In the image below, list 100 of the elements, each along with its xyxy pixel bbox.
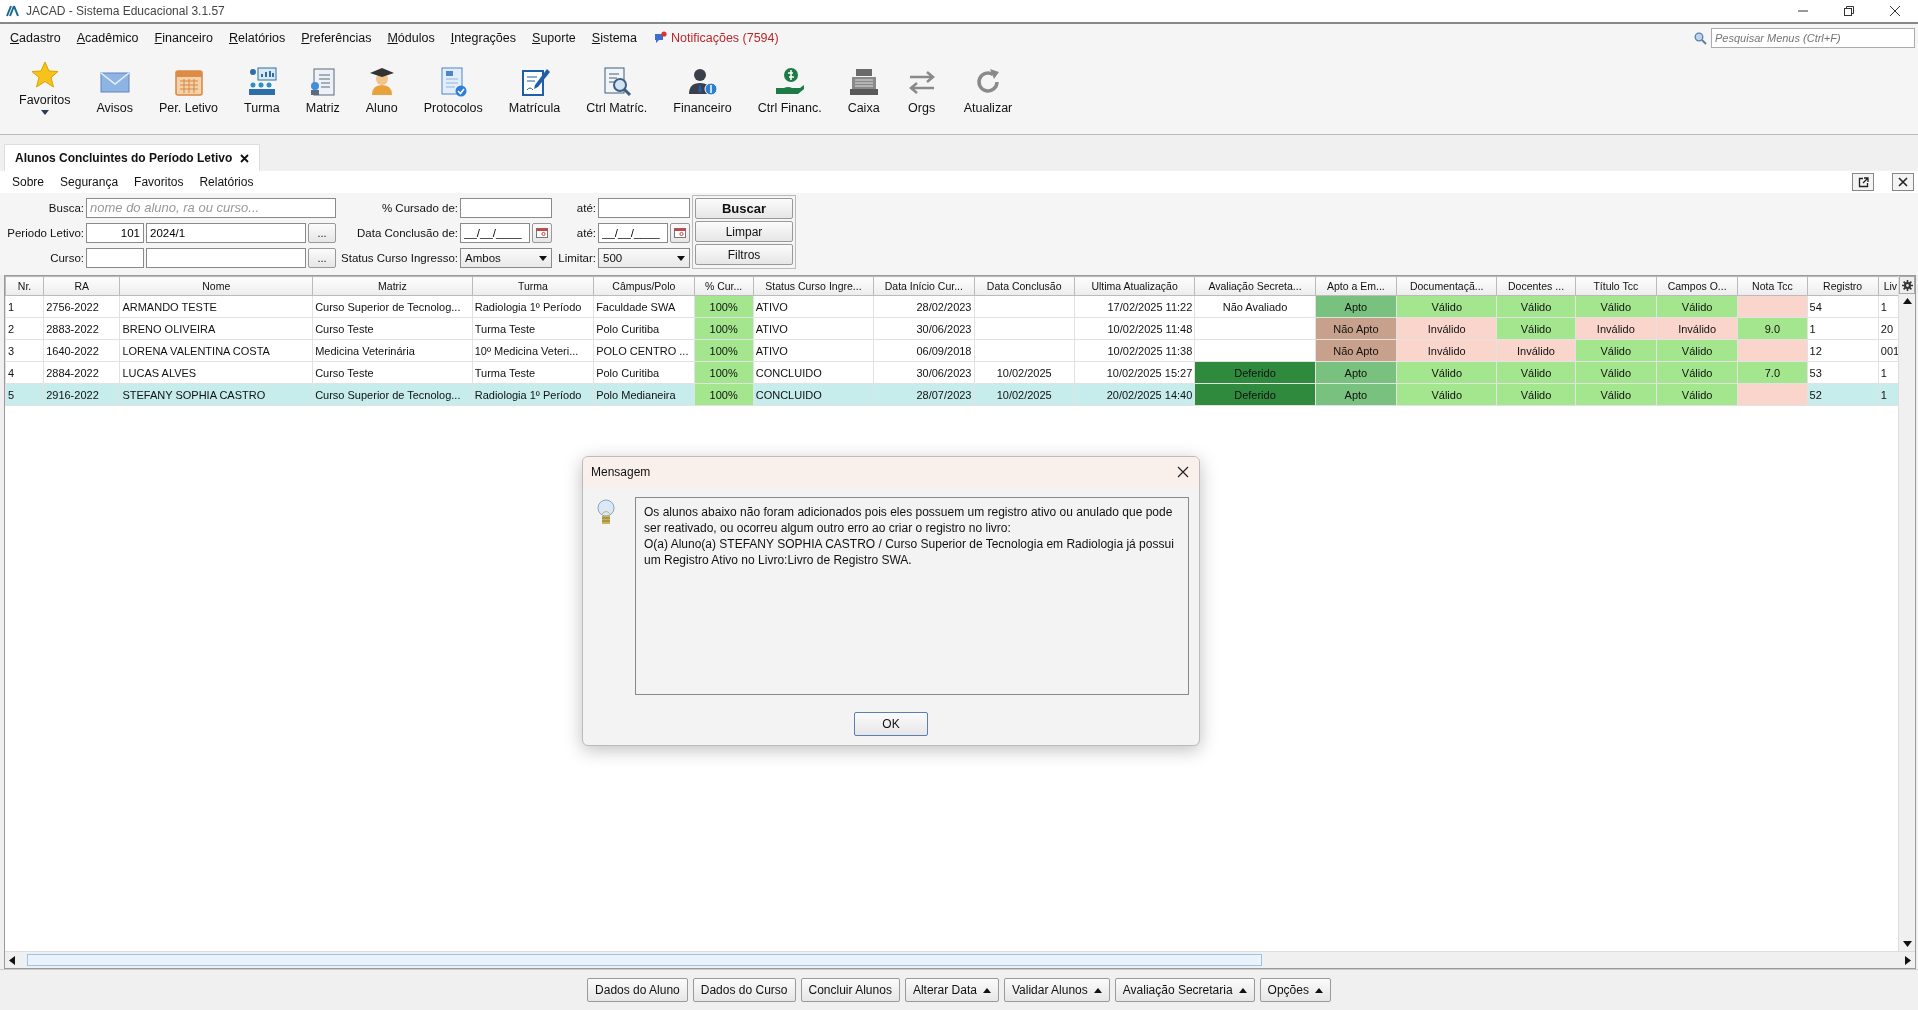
popout-button[interactable]: [1852, 173, 1874, 191]
input-field[interactable]: [86, 248, 144, 268]
table-row[interactable]: 4 2884-2022 LUCAS ALVES Curso Teste Turma Teste Polo Curitiba 100% CONCLUIDO 30/06/2023 10/02/2025 10/02/2025 15:27 Deferido Apto Válido Válido Válido Válido 7.0 53 1: [5, 361, 1898, 384]
menu-item[interactable]: Sistema: [583, 31, 645, 45]
toolbar-button[interactable]: Matriz: [292, 52, 353, 134]
date-picker-button[interactable]: [670, 223, 690, 243]
action-button[interactable]: Validar Alunos: [1003, 978, 1110, 1002]
search-field[interactable]: nome do aluno, ra ou curso...: [86, 198, 336, 218]
toolbar-button[interactable]: Protocolos: [410, 52, 496, 134]
action-button[interactable]: Avaliação Secretaria: [1114, 978, 1255, 1002]
date-field[interactable]: __/__/____: [460, 223, 530, 243]
column-header[interactable]: Título Tcc: [1575, 276, 1657, 296]
lookup-button[interactable]: ...: [308, 248, 336, 268]
column-header[interactable]: % Cur...: [694, 276, 754, 296]
toolbar-button[interactable]: Turma: [231, 52, 293, 134]
column-header[interactable]: Nr.: [5, 276, 44, 296]
toolbar-button[interactable]: Matrícula: [495, 52, 574, 134]
column-header[interactable]: Docentes ...: [1496, 276, 1576, 296]
column-header[interactable]: Matriz: [312, 276, 473, 296]
column-header[interactable]: Registro: [1807, 276, 1879, 296]
menu-item[interactable]: Suporte: [524, 31, 584, 45]
action-button[interactable]: Alterar Data: [904, 978, 999, 1002]
input-field[interactable]: 2024/1: [146, 223, 306, 243]
menu-item[interactable]: Segurança: [52, 175, 127, 189]
action-button[interactable]: Dados do Curso: [692, 978, 796, 1002]
table-cell: ATIVO: [753, 317, 874, 340]
input-field[interactable]: [598, 198, 690, 218]
table-cell: 10/02/2025 15:27: [1074, 361, 1195, 384]
date-field[interactable]: __/__/____: [598, 223, 668, 243]
table-row[interactable]: 1 2756-2022 ARMANDO TESTE Curso Superior de Tecnolog... Radiologia 1º Período Faculdade SWA 100% ATIVO 28/02/2023 17/02/2025 11:22 Não Avaliado Apto Válido Válido Válido Válido 54 1: [5, 295, 1898, 318]
toolbar-button[interactable]: Ctrl Matríc.: [573, 52, 661, 134]
menu-item[interactable]: Financeiro: [146, 31, 221, 45]
toolbar-button[interactable]: Financeiro: [660, 52, 745, 134]
search-field[interactable]: Pesquisar Menus (Ctrl+F): [1711, 28, 1915, 48]
menu-item[interactable]: Relatórios: [220, 31, 294, 45]
ok-button[interactable]: OK: [854, 712, 928, 736]
table-cell: BRENO OLIVEIRA: [119, 317, 313, 340]
column-header[interactable]: Status Curso Ingre...: [753, 276, 874, 296]
toolbar-button[interactable]: Per. Letivo: [146, 52, 232, 134]
toolbar-button[interactable]: Caixa: [834, 52, 893, 134]
right-arrow-icon[interactable]: [1905, 955, 1911, 965]
menu-item[interactable]: Acadêmico: [68, 31, 147, 45]
down-arrow-icon[interactable]: [1902, 941, 1912, 947]
column-header[interactable]: Nome: [119, 276, 313, 296]
menu-item[interactable]: Sobre: [4, 175, 53, 189]
action-button[interactable]: Limpar: [695, 221, 793, 242]
menu-item[interactable]: Módulos: [379, 31, 443, 45]
menu-item[interactable]: Cadastro: [2, 31, 69, 45]
column-header[interactable]: Campos O...: [1656, 276, 1738, 296]
toolbar-button[interactable]: Atualizar: [950, 52, 1026, 134]
settings-button[interactable]: [1899, 276, 1915, 294]
left-arrow-icon[interactable]: [9, 955, 15, 965]
tab[interactable]: Alunos Concluintes do Período Letivo: [4, 144, 261, 171]
toolbar-button[interactable]: Aluno: [352, 52, 411, 134]
up-arrow-icon[interactable]: [1902, 298, 1912, 304]
menu-item[interactable]: Integrações: [442, 31, 525, 45]
action-button[interactable]: Concluir Alunos: [800, 978, 900, 1002]
vertical-scrollbar[interactable]: [1898, 276, 1915, 951]
close-icon[interactable]: [240, 153, 250, 163]
table-cell: 10º Medicina Veteri...: [472, 339, 594, 362]
column-header[interactable]: RA: [43, 276, 120, 296]
column-header[interactable]: Apto a Em...: [1315, 276, 1397, 296]
table-cell: Medicina Veterinária: [312, 339, 473, 362]
column-header[interactable]: Data Início Cur...: [873, 276, 974, 296]
horizontal-scrollbar[interactable]: [5, 951, 1915, 968]
action-button[interactable]: Filtros: [695, 244, 793, 265]
toolbar-button[interactable]: Favoritos: [6, 52, 84, 134]
column-header[interactable]: Data Conclusão: [974, 276, 1075, 296]
action-button[interactable]: Opções: [1259, 978, 1331, 1002]
column-header[interactable]: Câmpus/Polo: [593, 276, 694, 296]
column-header[interactable]: Turma: [472, 276, 594, 296]
table-row[interactable]: [5, 383, 1898, 406]
menu-item[interactable]: Preferências: [293, 31, 380, 45]
lookup-button[interactable]: ...: [308, 223, 336, 243]
action-button[interactable]: Buscar: [695, 198, 793, 219]
close-button[interactable]: [1892, 173, 1914, 191]
column-header[interactable]: Avaliação Secreta...: [1194, 276, 1316, 296]
column-header[interactable]: Documentaçã...: [1396, 276, 1497, 296]
table-row[interactable]: 3 1640-2022 LORENA VALENTINA COSTA Medicina Veterinária 10º Medicina Veteri... POLO CENTRO ... 100% ATIVO 06/09/2018 10/02/2025 11:38 Não Apto Inválido Inválido Válido Válido 12 001: [5, 339, 1898, 362]
menu-item[interactable]: Relatórios: [191, 175, 262, 189]
caret-icon: [1314, 987, 1323, 993]
input-field[interactable]: 101: [86, 223, 144, 243]
toolbar-button[interactable]: Orgs: [892, 52, 951, 134]
action-button[interactable]: Dados do Aluno: [587, 978, 688, 1002]
input-field[interactable]: [146, 248, 306, 268]
caret-icon: [677, 255, 685, 261]
notifications-link[interactable]: Notificações (7594): [671, 31, 779, 45]
close-icon[interactable]: [1177, 466, 1189, 478]
dropdown[interactable]: Ambos: [460, 248, 552, 268]
dropdown[interactable]: 500: [598, 248, 690, 268]
menu-item[interactable]: Favoritos: [126, 175, 192, 189]
date-picker-button[interactable]: [532, 223, 552, 243]
table-cell: Polo Curitiba: [593, 317, 694, 340]
toolbar-button[interactable]: Avisos: [83, 52, 146, 134]
column-header[interactable]: Nota Tcc: [1737, 276, 1807, 296]
column-header[interactable]: Ultima Atualização: [1074, 276, 1195, 296]
settings-icon: [1901, 279, 1913, 291]
toolbar-button[interactable]: Ctrl Financ.: [744, 52, 835, 134]
table-row[interactable]: 2 2883-2022 BRENO OLIVEIRA Curso Teste Turma Teste Polo Curitiba 100% ATIVO 30/06/2023 10/02/2025 11:48 Não Apto Inválido Válido Inválido Inválido 9.0 1 20: [5, 317, 1898, 340]
input-field[interactable]: [460, 198, 552, 218]
